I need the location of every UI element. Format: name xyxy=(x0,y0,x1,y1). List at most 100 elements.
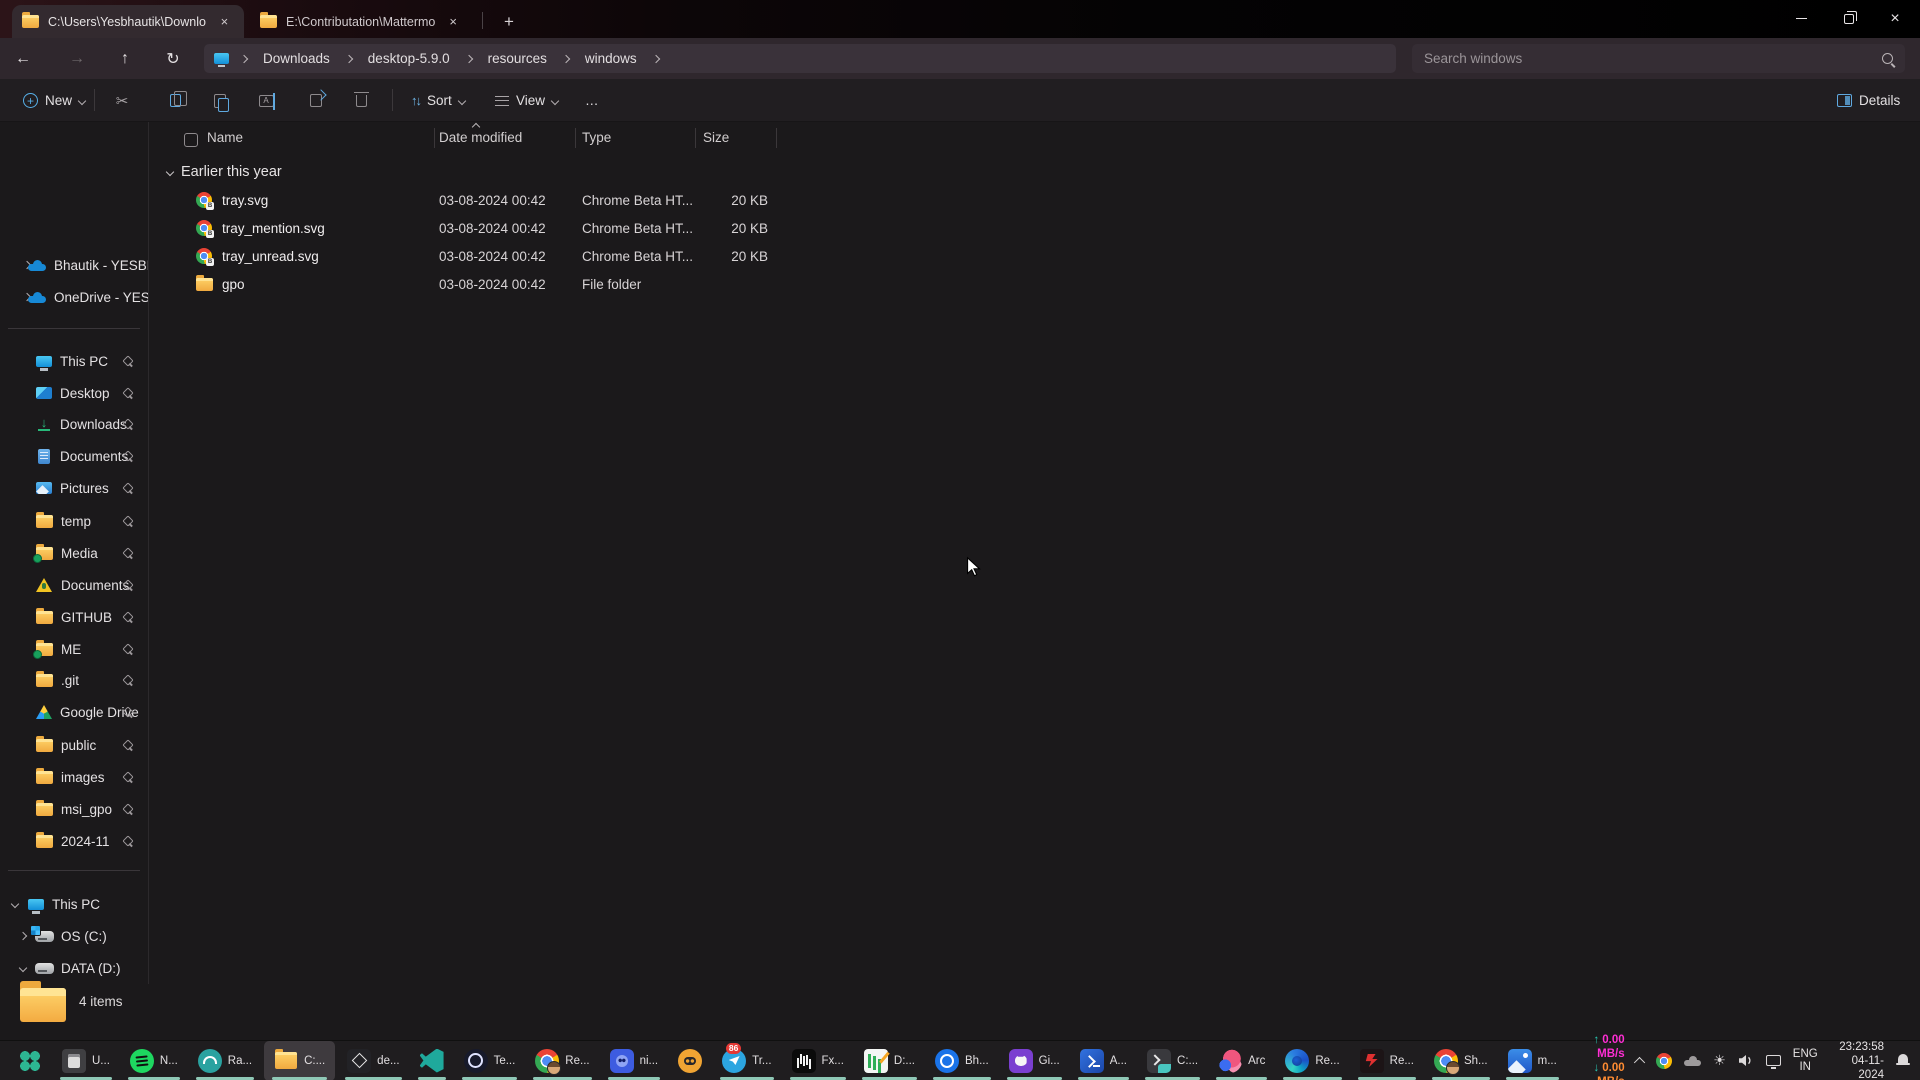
taskbar-app-vscode-insiders[interactable] xyxy=(410,1041,454,1080)
new-tab-button[interactable]: + xyxy=(496,9,522,35)
breadcrumb-desktop-590[interactable]: desktop-5.9.0 xyxy=(364,49,454,68)
language-switcher[interactable]: ENG IN xyxy=(1793,1048,1818,1074)
sidebar-item-temp[interactable]: temp xyxy=(0,508,148,534)
copy-button[interactable] xyxy=(157,85,193,116)
sidebar-item-public[interactable]: public xyxy=(0,732,148,758)
running-indicator xyxy=(60,1077,112,1080)
breadcrumb-resources[interactable]: resources xyxy=(484,49,551,68)
taskbar-app-chrome[interactable]: Sh... xyxy=(1424,1041,1498,1080)
taskbar-app-obs[interactable]: Te... xyxy=(454,1041,526,1080)
file-row[interactable]: tray_unread.svg 03-08-2024 00:42 Chrome … xyxy=(149,242,849,270)
sidebar-item-me[interactable]: ME xyxy=(0,636,148,662)
sidebar-item-this-pc[interactable]: This PC xyxy=(0,348,148,374)
taskbar-app-rs[interactable]: Re... xyxy=(1350,1041,1424,1080)
taskbar-app-explorer[interactable]: C:... xyxy=(264,1041,335,1080)
group-header[interactable]: Earlier this year xyxy=(167,160,282,184)
tree-item-os-c[interactable]: OS (C:) xyxy=(0,923,148,949)
file-row[interactable]: gpo 03-08-2024 00:42 File folder xyxy=(149,270,849,298)
taskbar-app-desktop3d[interactable]: de... xyxy=(337,1041,409,1080)
sidebar-item-documents-drive[interactable]: Documents xyxy=(0,572,148,598)
taskbar-app-photos[interactable]: m... xyxy=(1498,1041,1567,1080)
explorer-tab-2[interactable]: E:\Contributation\Mattermost\v × xyxy=(250,5,472,38)
this-pc-icon xyxy=(28,899,44,910)
sidebar-item-git[interactable]: .git xyxy=(0,667,148,693)
hidden-icons-chevron[interactable] xyxy=(1634,1056,1645,1067)
taskbar-app-media[interactable]: D:... xyxy=(854,1041,925,1080)
tab-close-icon[interactable]: × xyxy=(444,12,462,32)
sidebar-item-github[interactable]: GITHUB xyxy=(0,604,148,630)
volume-tray-icon[interactable] xyxy=(1738,1054,1754,1067)
taskbar-app-github[interactable]: Gi... xyxy=(999,1041,1070,1080)
network-speed-widget[interactable]: ↑0.00 MB/s ↓0.00 MB/s xyxy=(1567,1033,1625,1080)
more-options-button[interactable]: … xyxy=(576,85,608,116)
rename-button[interactable]: A xyxy=(248,85,284,116)
sidebar-item-onedrive-cloud[interactable]: OneDrive - YESE xyxy=(0,284,148,310)
explorer-tab-1[interactable]: C:\Users\Yesbhautik\Downloa × xyxy=(12,5,244,38)
refresh-button[interactable]: ↻ xyxy=(158,44,188,73)
brightness-tray-icon[interactable]: ☀ xyxy=(1713,1052,1726,1069)
breadcrumb-downloads[interactable]: Downloads xyxy=(259,49,334,68)
sort-button[interactable]: ↑↓ Sort xyxy=(402,85,474,116)
paste-button[interactable] xyxy=(202,85,238,116)
documents-icon xyxy=(38,449,50,464)
sidebar-item-images[interactable]: images xyxy=(0,764,148,790)
up-button[interactable]: ↑ xyxy=(110,44,140,73)
start-button[interactable] xyxy=(8,1041,52,1080)
tree-item-data-d[interactable]: DATA (D:) xyxy=(0,955,148,981)
delete-button[interactable] xyxy=(343,85,379,116)
taskbar-app-arc[interactable]: Arc xyxy=(1208,1041,1275,1080)
tree-item-this-pc[interactable]: This PC xyxy=(0,891,148,917)
back-button[interactable]: ← xyxy=(8,44,38,73)
sidebar-item-pictures[interactable]: Pictures xyxy=(0,475,148,501)
sidebar-item-desktop[interactable]: Desktop xyxy=(0,380,148,406)
sidebar-item-2024-11[interactable]: 2024-11 xyxy=(0,828,148,854)
select-all-checkbox[interactable] xyxy=(184,133,198,147)
sidebar-item-google-drive[interactable]: Google Drive xyxy=(0,699,148,725)
taskbar-app-terminal[interactable]: C:... xyxy=(1137,1041,1208,1080)
clock-widget[interactable]: 23:23:58 04-11-2024 xyxy=(1830,1040,1884,1080)
cast-display-tray-icon[interactable] xyxy=(1766,1055,1781,1066)
file-row[interactable]: tray_mention.svg 03-08-2024 00:42 Chrome… xyxy=(149,214,849,242)
column-header-name[interactable]: Name xyxy=(207,130,243,145)
cut-button[interactable]: ✂ xyxy=(104,85,140,116)
search-input[interactable]: Search windows xyxy=(1412,44,1905,73)
column-header-type[interactable]: Type xyxy=(582,130,611,145)
tab-close-icon[interactable]: × xyxy=(215,12,234,32)
sidebar-item-msi-gpo[interactable]: msi_gpo xyxy=(0,796,148,822)
sidebar-item-documents[interactable]: Documents xyxy=(0,443,148,469)
chrome-tray-icon[interactable] xyxy=(1656,1053,1672,1069)
column-separator[interactable] xyxy=(695,128,696,148)
taskbar-app-radio[interactable]: Ra... xyxy=(188,1041,262,1080)
close-button[interactable]: × xyxy=(1872,0,1918,37)
file-row[interactable]: tray.svg 03-08-2024 00:42 Chrome Beta HT… xyxy=(149,186,849,214)
taskbar-app-chrome-profile[interactable]: Re... xyxy=(525,1041,599,1080)
taskbar-app-edge[interactable]: Re... xyxy=(1275,1041,1349,1080)
taskbar-app-spotify[interactable]: N... xyxy=(120,1041,188,1080)
share-button[interactable] xyxy=(298,85,334,116)
taskbar-app-powershell[interactable]: A... xyxy=(1070,1041,1137,1080)
taskbar-app-fxsound[interactable]: Fx... xyxy=(782,1041,854,1080)
taskbar-app-telegram[interactable]: 86Tr... xyxy=(712,1041,781,1080)
view-button[interactable]: View xyxy=(486,85,567,116)
column-header-date[interactable]: Date modified xyxy=(439,130,522,145)
sidebar-item-bhautik-cloud[interactable]: Bhautik - YESBH xyxy=(0,252,148,278)
taskbar-app-discord[interactable] xyxy=(668,1041,712,1080)
column-separator[interactable] xyxy=(575,128,576,148)
breadcrumb-windows[interactable]: windows xyxy=(581,49,641,68)
address-field[interactable]: Downloads desktop-5.9.0 resources window… xyxy=(204,44,1396,73)
sidebar-item-media[interactable]: Media xyxy=(0,540,148,566)
column-separator[interactable] xyxy=(776,128,777,148)
taskbar-app-1password[interactable]: Bh... xyxy=(925,1041,999,1080)
taskbar-app-unigram[interactable]: U... xyxy=(52,1041,120,1080)
forward-button[interactable]: → xyxy=(62,44,92,73)
taskbar-app-messenger[interactable]: ni... xyxy=(600,1041,669,1080)
details-pane-button[interactable]: Details xyxy=(1828,85,1909,116)
new-button[interactable]: + New xyxy=(14,85,94,116)
notification-bell-icon[interactable] xyxy=(1896,1054,1910,1067)
minimize-button[interactable] xyxy=(1778,0,1824,37)
column-separator[interactable] xyxy=(434,128,435,148)
sidebar-item-downloads[interactable]: ↓ Downloads xyxy=(0,411,148,437)
maximize-button[interactable] xyxy=(1826,0,1872,37)
column-header-size[interactable]: Size xyxy=(703,130,729,145)
cloud-sync-tray-icon[interactable] xyxy=(1684,1056,1701,1066)
